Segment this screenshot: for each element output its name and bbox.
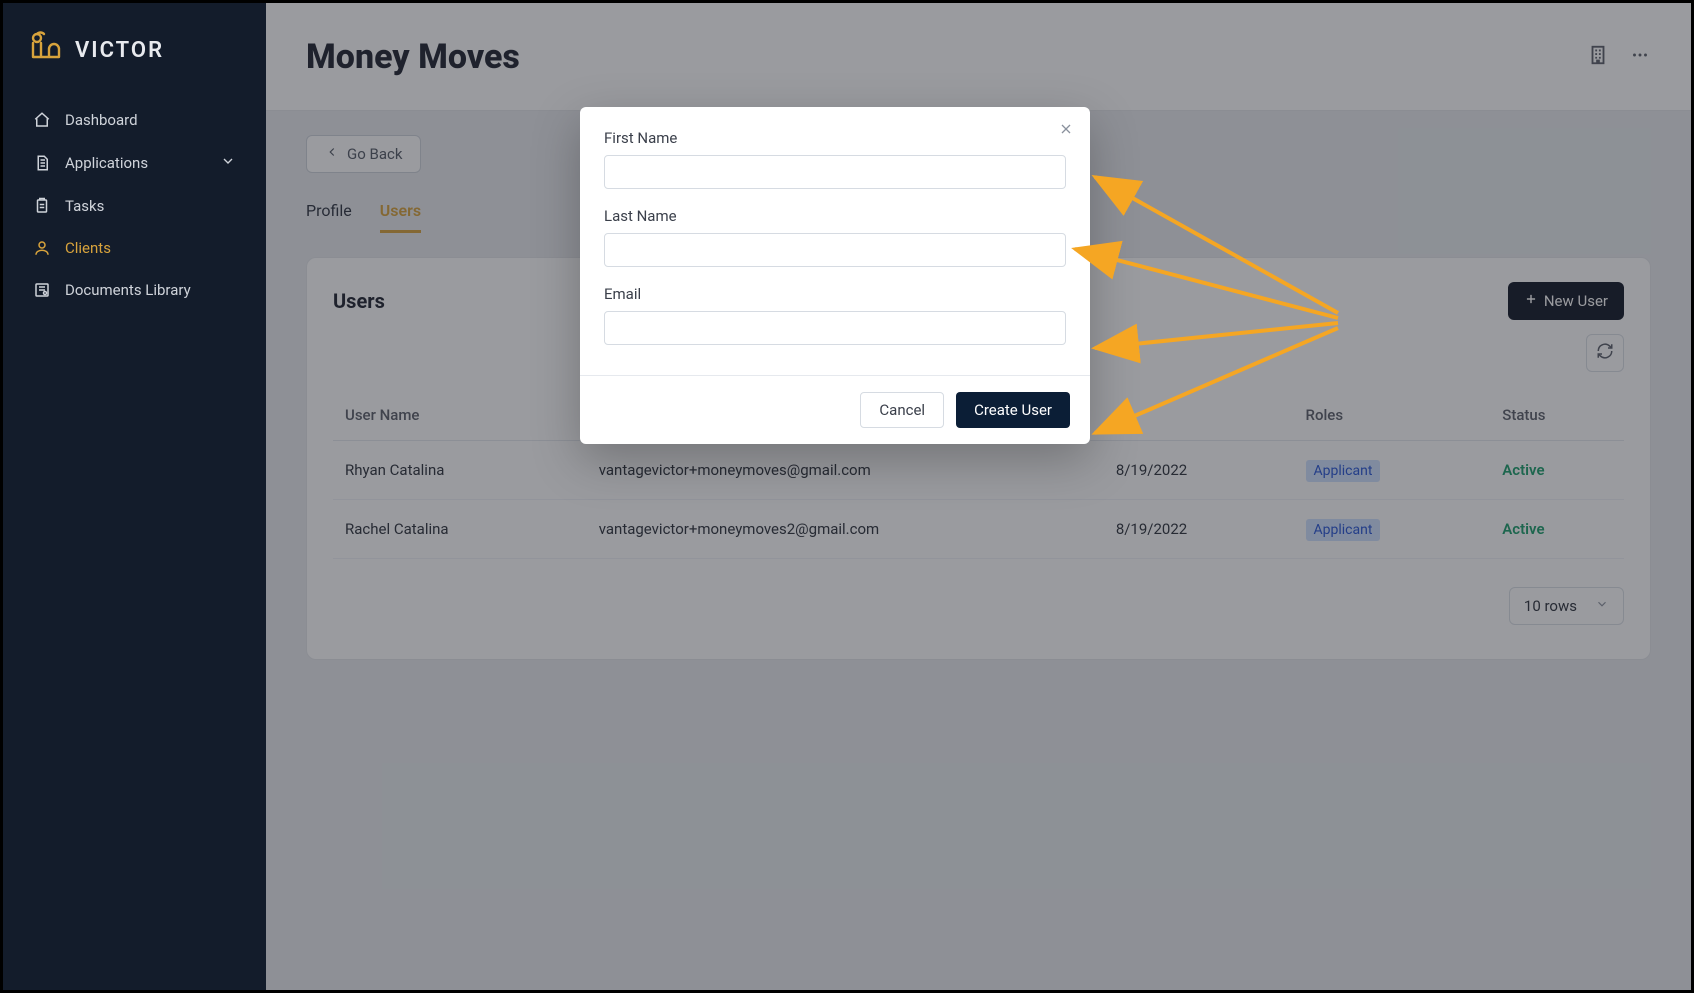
sidebar-item-label: Documents Library [65,281,191,299]
col-status: Status [1490,390,1624,441]
col-user-name: User Name [333,390,587,441]
tab-label: Users [380,201,421,220]
cell-email: vantagevictor+moneymoves@gmail.com [587,441,1104,500]
sidebar-item-clients[interactable]: Clients [13,227,256,269]
sidebar-item-tasks[interactable]: Tasks [13,185,256,227]
topbar: Money Moves [266,3,1691,111]
new-user-label: New User [1544,292,1608,310]
cell-user-name: Rhyan Catalina [333,441,587,500]
home-icon [33,111,51,129]
sidebar-nav: Dashboard Applications Tasks [3,91,266,319]
chevron-down-icon [220,153,236,173]
status-badge: Active [1502,461,1544,479]
cell-status: Active [1490,441,1624,500]
brand-name: VICTOR [75,38,164,63]
sidebar-item-dashboard[interactable]: Dashboard [13,99,256,141]
last-name-field-group: Last Name [604,207,1066,267]
tab-label: Profile [306,201,352,220]
role-badge: Applicant [1306,460,1381,482]
sidebar-item-documents-library[interactable]: Documents Library [13,269,256,311]
page-title: Money Moves [306,37,520,77]
users-card-title: Users [333,289,385,313]
status-badge: Active [1502,520,1544,538]
sidebar-item-label: Tasks [65,197,104,215]
brand-logo-icon [27,31,65,69]
pagination: 10 rows [333,587,1624,625]
tab-users[interactable]: Users [380,201,421,233]
sidebar-item-applications[interactable]: Applications [13,141,256,185]
email-field-group: Email [604,285,1066,345]
go-back-label: Go Back [347,145,402,163]
rows-per-page-select[interactable]: 10 rows [1509,587,1624,625]
modal-footer: Cancel Create User [580,375,1090,444]
document-icon [33,154,51,172]
table-row[interactable]: Rachel Catalina vantagevictor+moneymoves… [333,500,1624,559]
cell-status: Active [1490,500,1624,559]
first-name-field-group: First Name [604,129,1066,189]
library-icon [33,281,51,299]
building-icon[interactable] [1587,44,1609,70]
close-icon[interactable] [1058,121,1074,142]
last-name-label: Last Name [604,207,1066,225]
refresh-icon [1596,342,1614,364]
sidebar-item-label: Applications [65,154,148,172]
chevron-down-icon [1595,597,1609,615]
topbar-actions [1587,44,1651,70]
role-badge: Applicant [1306,519,1381,541]
tab-profile[interactable]: Profile [306,201,352,233]
cell-email: vantagevictor+moneymoves2@gmail.com [587,500,1104,559]
col-created [1104,390,1294,441]
create-user-modal: First Name Last Name Email Cancel Create… [580,107,1090,444]
plus-icon [1524,292,1538,310]
rows-select-label: 10 rows [1524,597,1577,615]
cell-created: 8/19/2022 [1104,441,1294,500]
refresh-button[interactable] [1586,334,1624,372]
chevron-left-icon [325,145,339,163]
cell-created: 8/19/2022 [1104,500,1294,559]
new-user-button[interactable]: New User [1508,282,1624,320]
col-roles: Roles [1294,390,1491,441]
user-icon [33,239,51,257]
brand: VICTOR [3,21,266,91]
cancel-button[interactable]: Cancel [860,392,944,428]
last-name-input[interactable] [604,233,1066,267]
first-name-label: First Name [604,129,1066,147]
cell-user-name: Rachel Catalina [333,500,587,559]
go-back-button[interactable]: Go Back [306,135,421,173]
table-row[interactable]: Rhyan Catalina vantagevictor+moneymoves@… [333,441,1624,500]
sidebar-item-label: Clients [65,239,111,257]
create-user-button[interactable]: Create User [956,392,1070,428]
email-input[interactable] [604,311,1066,345]
sidebar-item-label: Dashboard [65,111,138,129]
sidebar: VICTOR Dashboard Applications [3,3,266,990]
cell-roles: Applicant [1294,500,1491,559]
cell-roles: Applicant [1294,441,1491,500]
email-label: Email [604,285,1066,303]
more-icon[interactable] [1629,44,1651,70]
app-frame: VICTOR Dashboard Applications [0,0,1694,993]
clipboard-icon [33,197,51,215]
first-name-input[interactable] [604,155,1066,189]
